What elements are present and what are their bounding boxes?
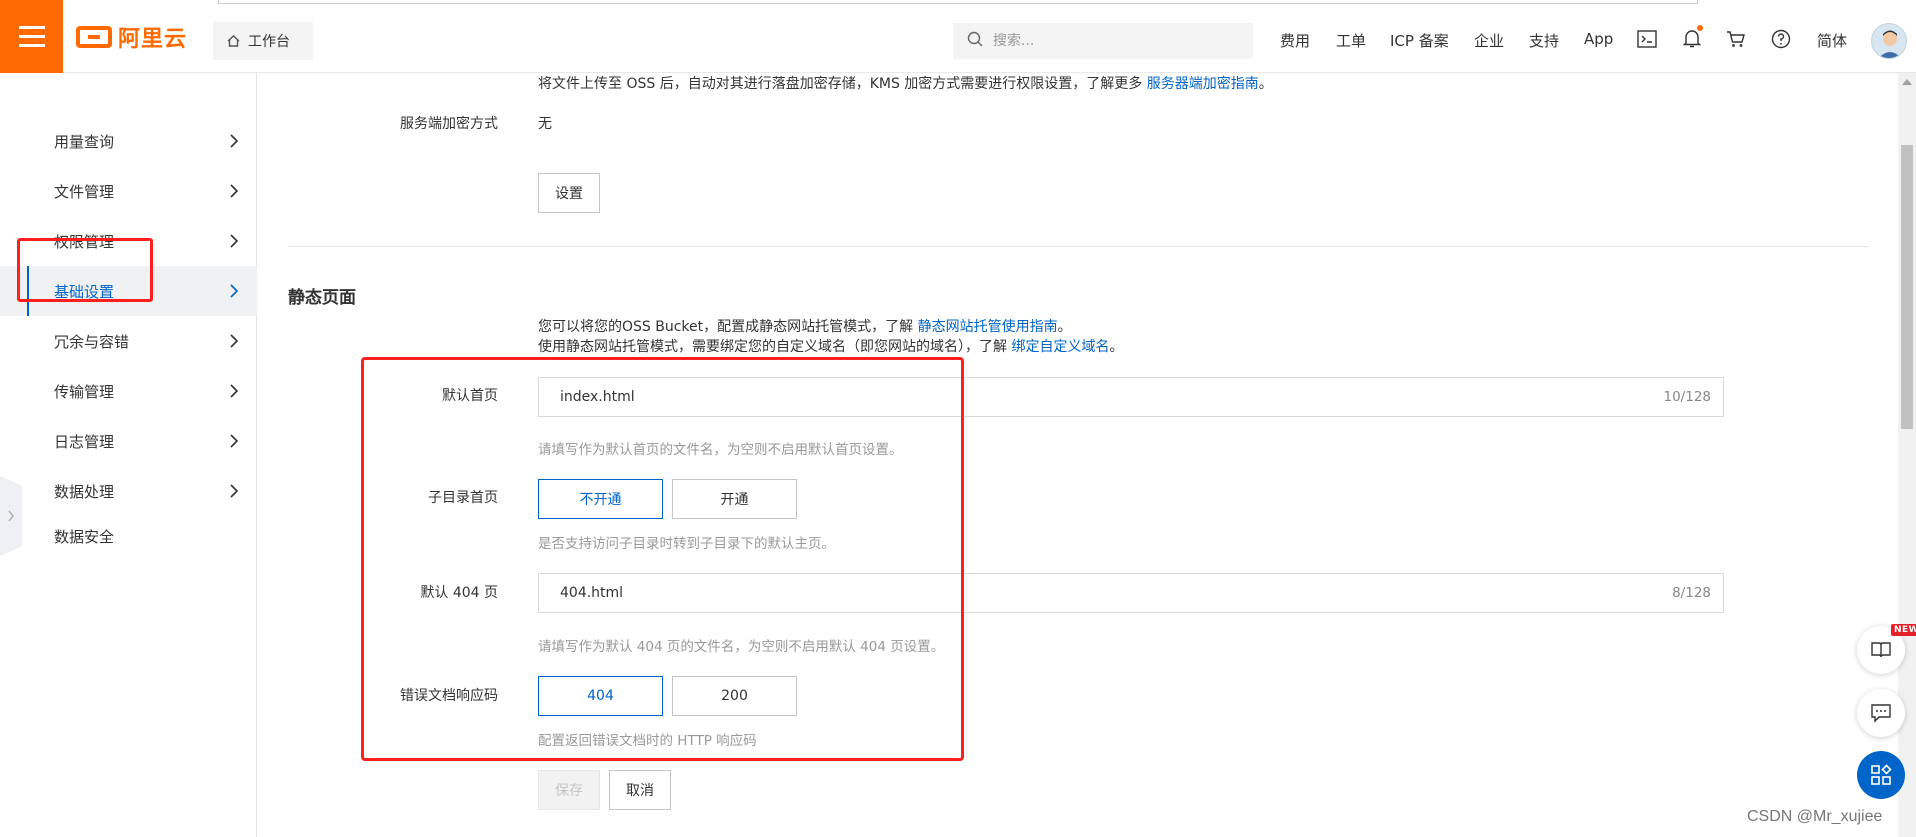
sidebar-item-data-security[interactable]: 数据安全 [0,511,257,561]
chevron-right-icon [229,333,239,353]
intro2-end: 。 [1109,339,1124,355]
chevron-right-icon [229,483,239,503]
new-badge: NEW [1891,624,1916,636]
search-box[interactable] [953,23,1253,59]
search-icon [967,31,983,51]
bell-icon[interactable] [1681,25,1703,50]
aliyun-logo[interactable]: 阿里云 [76,22,187,52]
chevron-right-icon [229,183,239,203]
logo-mark-icon [76,26,112,48]
apps-float-button[interactable] [1857,751,1905,799]
cancel-button[interactable]: 取消 [609,770,671,810]
main-content: 将文件上传至 OSS 后，自动对其进行落盘加密存储，KMS 加密方式需要进行权限… [258,73,1898,837]
nav-enterprise[interactable]: 企业 [1474,30,1504,51]
sidebar-item-label: 数据安全 [54,527,115,546]
static-hosting-guide-link[interactable]: 静态网站托管使用指南 [918,319,1058,335]
home-icon [227,35,240,47]
sidebar-item-redundancy[interactable]: 冗余与容错 [0,316,257,366]
notification-dot [1697,25,1703,31]
encryption-desc-text: 将文件上传至 OSS 后，自动对其进行落盘加密存储，KMS 加密方式需要进行权限… [538,76,1147,92]
logo-text: 阿里云 [118,27,188,52]
sidebar-item-transfer[interactable]: 传输管理 [0,366,257,416]
sidebar-item-files[interactable]: 文件管理 [0,166,257,216]
sidebar-item-label: 数据处理 [54,482,115,501]
search-input[interactable] [993,33,1233,49]
sidebar-collapse-handle[interactable] [0,476,22,556]
nav-app[interactable]: App [1584,30,1613,48]
encryption-desc-end: 。 [1258,76,1273,92]
chevron-right-icon [229,283,239,303]
default-index-count: 10/128 [1663,389,1712,405]
workbench-label: 工作台 [248,34,290,50]
nav-ticket[interactable]: 工单 [1336,30,1366,51]
sidebar-item-data-processing[interactable]: 数据处理 [0,466,257,516]
encryption-description: 将文件上传至 OSS 后，自动对其进行落盘加密存储，KMS 加密方式需要进行权限… [538,73,1273,93]
intro2-text: 使用静态网站托管模式，需要绑定您的自定义域名（即您网站的域名），了解 [538,339,1012,355]
book-icon [1871,642,1891,658]
sidebar-item-label: 传输管理 [54,382,115,401]
top-bar: 阿里云 工作台 费用 工单 ICP 备案 企业 支持 App 简体 [0,0,1916,73]
highlight-box-sidebar [17,238,153,302]
chat-float-button[interactable] [1857,689,1905,737]
apps-grid-icon [1871,764,1892,785]
bind-domain-link[interactable]: 绑定自定义域名 [1011,339,1109,355]
chevron-right-icon [229,233,239,253]
help-icon[interactable] [1770,28,1792,50]
intro1-end: 。 [1057,319,1072,335]
static-intro-line-2: 使用静态网站托管模式，需要绑定您的自定义域名（即您网站的域名），了解 绑定自定义… [538,336,1123,356]
chevron-right-icon [229,133,239,153]
encryption-settings-button[interactable]: 设置 [538,173,600,213]
encryption-value: 无 [538,116,552,132]
terminal-icon[interactable] [1636,28,1658,50]
nav-fee[interactable]: 费用 [1280,30,1310,51]
sidebar-item-logs[interactable]: 日志管理 [0,416,257,466]
save-button[interactable]: 保存 [538,770,600,810]
static-page-title: 静态页面 [288,288,356,308]
nav-support[interactable]: 支持 [1529,30,1559,51]
chevron-right-icon [229,433,239,453]
sidebar-item-label: 日志管理 [54,432,115,451]
sidebar-item-label: 冗余与容错 [54,332,130,351]
default-404-count: 8/128 [1672,585,1711,601]
workbench-button[interactable]: 工作台 [213,22,313,60]
intro1-text: 您可以将您的OSS Bucket，配置成静态网站托管模式，了解 [538,319,918,335]
sidebar-item-label: 用量查询 [54,132,115,151]
cart-icon[interactable] [1725,28,1747,50]
scroll-up-icon[interactable] [1902,79,1912,85]
chat-icon [1871,704,1891,723]
chevron-right-icon [229,383,239,403]
encryption-label: 服务端加密方式 [400,116,498,132]
browser-frame-edge [218,0,1698,4]
language-switch[interactable]: 简体 [1817,30,1847,51]
sidebar-item-label: 文件管理 [54,182,115,201]
scroll-thumb[interactable] [1901,145,1913,429]
nav-icp[interactable]: ICP 备案 [1390,30,1449,51]
encryption-guide-link[interactable]: 服务器端加密指南 [1147,76,1259,92]
sidebar-item-usage[interactable]: 用量查询 [0,116,257,166]
menu-icon[interactable] [0,0,63,73]
watermark: CSDN @Mr_xujiee [1747,808,1883,825]
sidebar: 用量查询 文件管理 权限管理 基础设置 冗余与容错 传输管理 日志管理 数据处理… [0,73,257,837]
static-intro-line-1: 您可以将您的OSS Bucket，配置成静态网站托管模式，了解 静态网站托管使用… [538,316,1072,336]
highlight-box-static-settings [361,357,964,761]
section-divider [288,246,1868,247]
avatar[interactable] [1871,23,1907,59]
